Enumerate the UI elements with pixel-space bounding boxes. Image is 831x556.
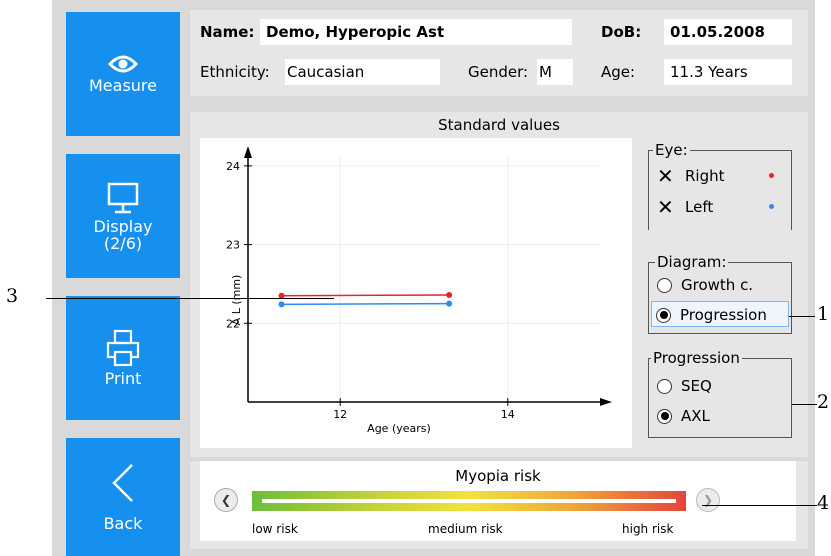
left-eye-label: Left <box>685 198 714 216</box>
back-button[interactable]: Back <box>66 438 180 556</box>
measure-label: Measure <box>89 76 157 95</box>
radio-empty-icon <box>657 378 672 394</box>
medium-risk-label: medium risk <box>428 522 503 536</box>
axl-label: AXL <box>681 407 710 425</box>
risk-track <box>262 499 676 503</box>
myopia-inner: Myopia risk ❮ ❯ low risk medium risk hig… <box>200 461 796 541</box>
x-tick-label: 12 <box>333 408 347 421</box>
y-tick-label: 24 <box>226 160 240 173</box>
callout-3: 3 <box>6 285 19 307</box>
diagram-group: Diagram: Growth c. Progression <box>648 254 792 334</box>
dob-field: 01.05.2008 <box>664 19 792 45</box>
age-field: 11.3 Years <box>664 59 792 85</box>
dob-label: DoB: <box>601 23 642 41</box>
series-line-right <box>281 294 450 297</box>
print-button[interactable]: Print <box>66 296 180 420</box>
check-x-icon: ✕ <box>657 164 674 188</box>
growth-curve-label: Growth c. <box>681 276 754 294</box>
gender-label: Gender: <box>468 63 529 81</box>
progression-group-title: Progression <box>651 349 742 367</box>
x-axis-arrow <box>600 398 612 406</box>
name-label: Name: <box>200 23 255 41</box>
right-eye-checkbox[interactable]: ✕ Right <box>657 164 774 188</box>
dob-value: 01.05.2008 <box>670 23 765 41</box>
progression-label: Progression <box>680 306 767 324</box>
ethnicity-value: Caucasian <box>287 63 365 81</box>
right-dot <box>769 173 774 178</box>
eye-icon <box>108 55 138 73</box>
y-axis-label: A L (mm) <box>230 275 243 326</box>
radio-selected-icon <box>656 307 671 323</box>
scroll-right-button[interactable]: ❯ <box>696 488 720 512</box>
chevron-left-icon <box>112 464 133 502</box>
diagram-group-title: Diagram: <box>655 253 729 271</box>
seq-label: SEQ <box>681 377 712 395</box>
data-point-left <box>446 300 453 307</box>
ethnicity-label: Ethnicity: <box>200 63 270 81</box>
seq-radio[interactable]: SEQ <box>657 377 712 395</box>
callout-line-1 <box>789 316 815 317</box>
left-eye-checkbox[interactable]: ✕ Left <box>657 195 774 219</box>
high-risk-label: high risk <box>622 522 674 536</box>
chart-svg: 12 14222324Age (years)A L (mm) <box>226 146 612 435</box>
gender-field: M <box>537 59 573 85</box>
eye-group-title: Eye: <box>653 141 690 159</box>
myopia-title: Myopia risk <box>455 467 541 485</box>
gender-value: M <box>539 63 552 81</box>
callout-line-2 <box>792 404 817 405</box>
y-tick-label: 23 <box>226 239 240 252</box>
check-x-icon: ✕ <box>657 195 674 219</box>
low-risk-label: low risk <box>252 522 298 536</box>
standard-values-title: Standard values <box>438 116 560 134</box>
age-value: 11.3 Years <box>670 63 748 81</box>
x-tick-label: 14 <box>501 408 515 421</box>
patient-info-panel: Name: Demo, Hyperopic Ast DoB: 01.05.200… <box>190 10 808 96</box>
radio-selected-icon <box>657 408 672 424</box>
chevron-left-icon: ❮ <box>220 493 232 507</box>
measure-button[interactable]: Measure <box>66 12 180 136</box>
display-label: Display (2/6) <box>93 216 153 253</box>
chart-area: 12 14 22 23 24 Age (years) A L (mm) <box>200 138 632 448</box>
data-point-right <box>446 291 453 298</box>
progression-group: Progression SEQ AXL <box>648 350 792 438</box>
y-axis-arrow <box>244 146 252 158</box>
display-button[interactable]: Display (2/6) <box>66 154 180 278</box>
age-label: Age: <box>601 63 636 81</box>
ethnicity-field: Caucasian <box>285 59 440 85</box>
data-point-left <box>278 301 285 308</box>
scroll-left-button[interactable]: ❮ <box>214 488 238 512</box>
radio-empty-icon <box>657 277 672 293</box>
monitor-icon <box>107 182 139 213</box>
standard-values-panel: Standard values 12 14 22 23 24 Age (years) A L… <box>190 112 808 457</box>
right-eye-label: Right <box>685 167 725 185</box>
x-axis-label: Age (years) <box>367 422 431 435</box>
callout-4: 4 <box>817 492 830 514</box>
series-line-left <box>281 302 450 306</box>
risk-gradient-bar <box>252 491 686 511</box>
axl-radio[interactable]: AXL <box>657 407 710 425</box>
back-label: Back <box>103 514 143 533</box>
callout-1: 1 <box>817 303 830 325</box>
left-dot <box>769 204 774 209</box>
eye-group: Eye: ✕ Right ✕ Left <box>648 142 792 230</box>
printer-icon <box>106 329 140 367</box>
callout-2: 2 <box>817 391 830 413</box>
print-label: Print <box>104 369 142 388</box>
name-field: Demo, Hyperopic Ast <box>260 19 572 45</box>
callout-line-4 <box>702 505 817 506</box>
progression-radio[interactable]: Progression <box>651 301 789 327</box>
name-value: Demo, Hyperopic Ast <box>266 23 445 41</box>
growth-curve-radio[interactable]: Growth c. <box>657 276 753 294</box>
callout-line-3 <box>46 298 334 299</box>
